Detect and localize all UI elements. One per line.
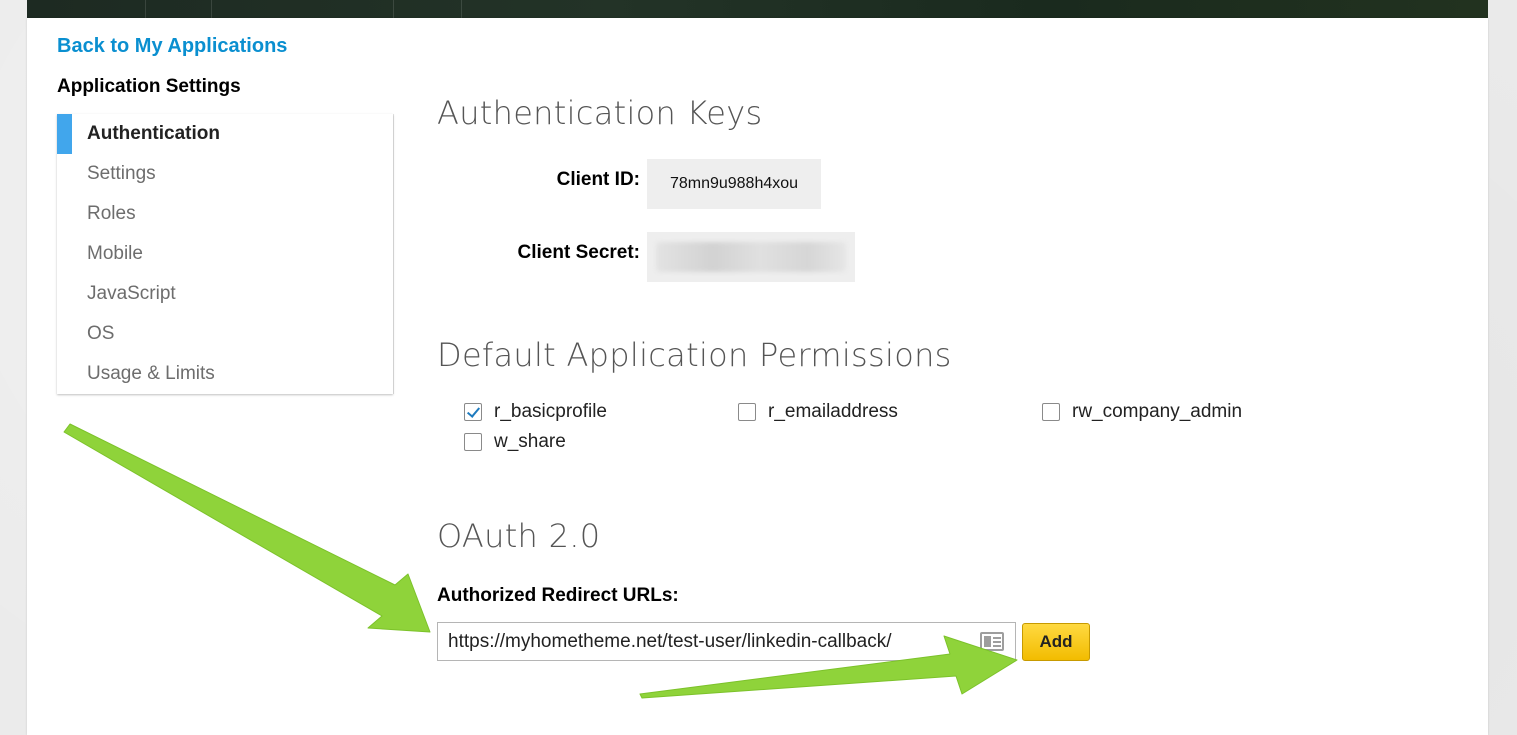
active-indicator <box>57 114 72 154</box>
client-secret-blurred <box>656 242 846 272</box>
sidebar-item-javascript[interactable]: JavaScript <box>57 274 393 314</box>
redirect-urls-label: Authorized Redirect URLs: <box>437 585 679 606</box>
authentication-keys-heading: Authentication Keys <box>437 94 763 132</box>
sidebar-item-label: JavaScript <box>87 283 176 304</box>
sidebar-item-label: OS <box>87 323 115 344</box>
permission-r-emailaddress[interactable]: r_emailaddress <box>738 401 898 423</box>
client-secret-field <box>647 232 855 282</box>
permission-label: rw_company_admin <box>1072 401 1243 422</box>
permissions-heading: Default Application Permissions <box>437 336 952 374</box>
permission-label: r_emailaddress <box>768 401 898 422</box>
permission-r-basicprofile[interactable]: r_basicprofile <box>464 401 607 423</box>
permission-label: r_basicprofile <box>494 401 607 422</box>
checkbox-checked-icon[interactable] <box>464 403 482 421</box>
checkbox-icon[interactable] <box>1042 403 1060 421</box>
sidebar-item-label: Settings <box>87 163 156 184</box>
client-secret-label: Client Secret: <box>517 242 640 263</box>
permission-rw-company-admin[interactable]: rw_company_admin <box>1042 401 1242 423</box>
sidebar-item-mobile[interactable]: Mobile <box>57 234 393 274</box>
back-to-applications-link[interactable]: Back to My Applications <box>57 35 287 58</box>
client-id-value: 78mn9u988h4xou <box>669 175 799 192</box>
sidebar-item-label: Mobile <box>87 243 143 264</box>
checkbox-icon[interactable] <box>464 433 482 451</box>
sidebar-item-usage-limits[interactable]: Usage & Limits <box>57 354 393 394</box>
client-id-label: Client ID: <box>556 169 640 190</box>
application-settings-heading: Application Settings <box>57 76 241 97</box>
permission-w-share[interactable]: w_share <box>464 431 566 453</box>
permission-label: w_share <box>494 431 566 452</box>
sidebar-item-label: Usage & Limits <box>87 363 215 384</box>
checkbox-icon[interactable] <box>738 403 756 421</box>
add-redirect-url-button[interactable]: Add <box>1022 623 1090 661</box>
sidebar-nav: Authentication Settings Roles Mobile Jav… <box>57 114 393 394</box>
oauth2-heading: OAuth 2.0 <box>437 517 601 555</box>
sidebar-item-label: Roles <box>87 203 136 224</box>
contact-card-icon[interactable] <box>980 632 1004 651</box>
sidebar-item-roles[interactable]: Roles <box>57 194 393 234</box>
sidebar-item-os[interactable]: OS <box>57 314 393 354</box>
top-banner <box>27 0 1488 18</box>
sidebar-item-label: Authentication <box>87 123 220 144</box>
client-id-field: 78mn9u988h4xou <box>647 159 821 209</box>
redirect-url-input[interactable] <box>437 622 1016 661</box>
sidebar-item-settings[interactable]: Settings <box>57 154 393 194</box>
sidebar-item-authentication[interactable]: Authentication <box>57 114 393 154</box>
